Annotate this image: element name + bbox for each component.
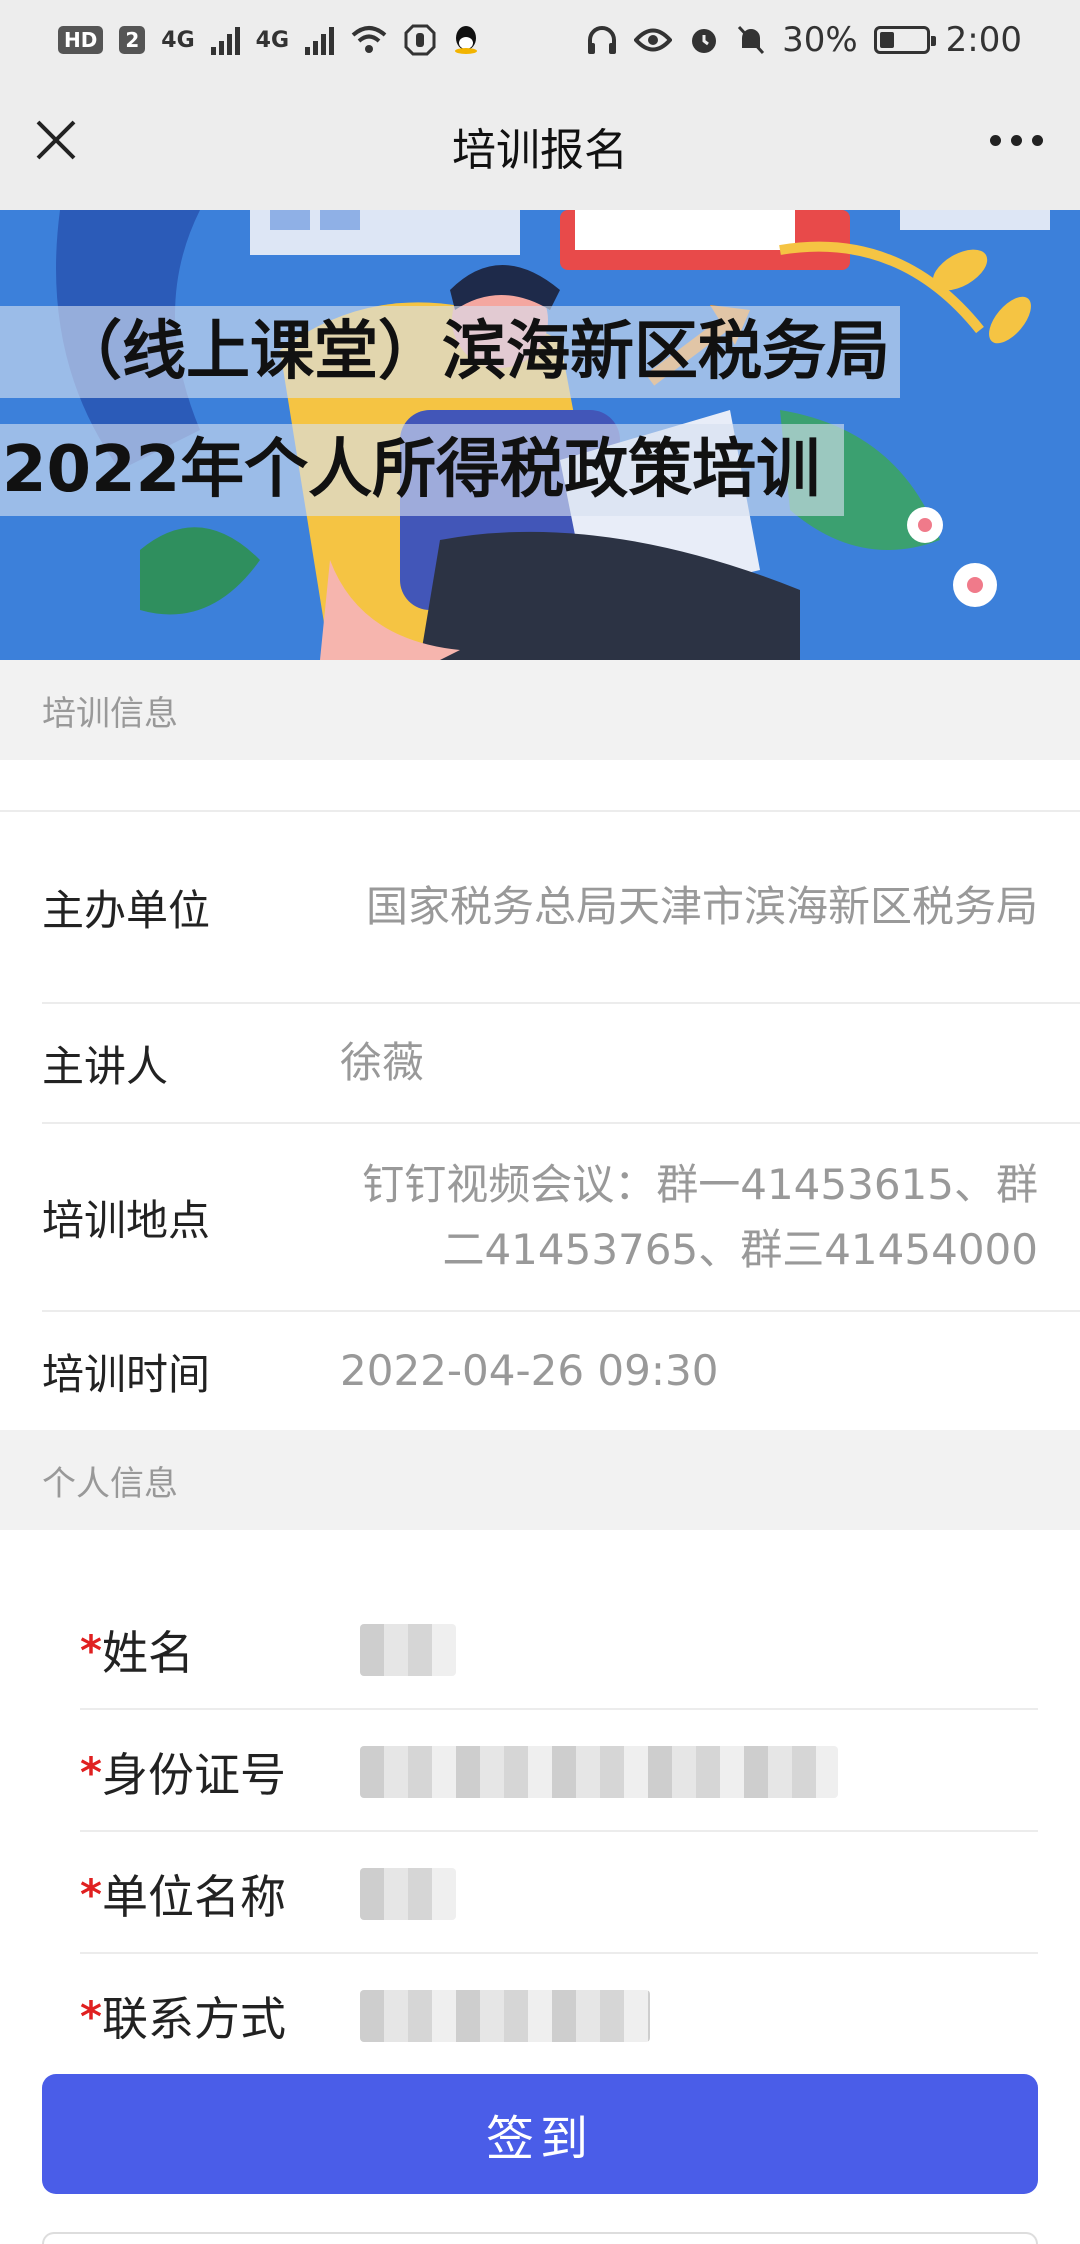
wifi-icon <box>351 26 387 53</box>
course-banner: （线上课堂）滨海新区税务局 2022年个人所得税政策培训 <box>0 210 1080 660</box>
banner-title-line2: 2022年个人所得税政策培训 <box>0 424 845 516</box>
divider <box>80 1952 1038 1954</box>
status-right: 30% 2:00 <box>586 20 1022 60</box>
network-type-2: 4G <box>255 27 290 53</box>
required-mark: * <box>80 1747 102 1797</box>
form-label: 单位名称 <box>101 1870 286 1924</box>
check-in-button[interactable]: 签到 <box>42 2074 1038 2194</box>
more-icon[interactable] <box>980 110 1052 170</box>
banner-title-line1: （线上课堂）滨海新区税务局 <box>0 306 900 398</box>
required-mark: * <box>80 1991 102 2041</box>
eye-icon <box>634 28 673 52</box>
info-value: 徐薇 <box>340 1038 425 1088</box>
divider <box>80 1830 1038 1832</box>
section-header-personal: 个人信息 <box>0 1430 1080 1530</box>
info-value: 钉钉视频会议：群一41453615、群二41453765、群三41454000 <box>362 1159 1038 1274</box>
info-row-time: 培训时间 2022-04-26 09:30 <box>0 1312 1080 1430</box>
form-label: 身份证号 <box>101 1748 286 1802</box>
hand-icon <box>404 24 436 56</box>
info-row-location: 培训地点 钉钉视频会议：群一41453615、群二41453765、群三4145… <box>0 1124 1080 1310</box>
status-left: HD 2 4G 4G <box>58 24 480 56</box>
page-title: 培训报名 <box>452 125 628 176</box>
nav-bar: 培训报名 <box>0 80 1080 210</box>
sim-badge: 2 <box>119 26 146 54</box>
info-label: 主讲人 <box>42 1041 169 1091</box>
form-row-company: * 单位名称 <box>80 1834 1038 1954</box>
form-label: 联系方式 <box>101 1992 286 2046</box>
required-mark: * <box>80 1625 102 1675</box>
next-card-edge <box>42 2232 1038 2244</box>
name-input[interactable] <box>360 1624 456 1676</box>
signal-icon-2 <box>305 25 335 55</box>
battery-icon <box>873 26 936 54</box>
form-row-contact: * 联系方式 <box>80 1956 1038 2076</box>
form-label: 姓名 <box>101 1626 194 1680</box>
headphones-icon <box>588 26 617 54</box>
info-row-organizer: 主办单位 国家税务总局天津市滨海新区税务局 <box>0 812 1080 1002</box>
info-value: 2022-04-26 09:30 <box>340 1346 719 1396</box>
id-number-input[interactable] <box>360 1746 838 1798</box>
info-value: 国家税务总局天津市滨海新区税务局 <box>365 882 1038 932</box>
mute-bell-icon <box>737 25 765 55</box>
battery-percent: 30% <box>782 20 858 60</box>
required-mark: * <box>80 1869 102 1919</box>
qq-icon <box>455 26 478 54</box>
status-bar: HD 2 4G 4G 30% 2:00 <box>0 0 1080 80</box>
signal-icon <box>210 25 240 55</box>
alarm-icon <box>692 29 717 53</box>
info-row-speaker: 主讲人 徐薇 <box>0 1004 1080 1122</box>
hd-badge: HD <box>58 26 104 54</box>
divider <box>80 1708 1038 1710</box>
contact-input[interactable] <box>360 1990 650 2042</box>
company-input[interactable] <box>360 1868 456 1920</box>
clock-time: 2:00 <box>945 20 1022 60</box>
info-label: 主办单位 <box>42 885 211 935</box>
info-label: 培训地点 <box>42 1195 211 1245</box>
network-type-1: 4G <box>161 27 195 53</box>
info-label: 培训时间 <box>42 1349 211 1399</box>
form-row-name: * 姓名 <box>80 1590 1038 1710</box>
form-row-id-number: * 身份证号 <box>80 1712 1038 1832</box>
section-header-training: 培训信息 <box>0 660 1080 760</box>
